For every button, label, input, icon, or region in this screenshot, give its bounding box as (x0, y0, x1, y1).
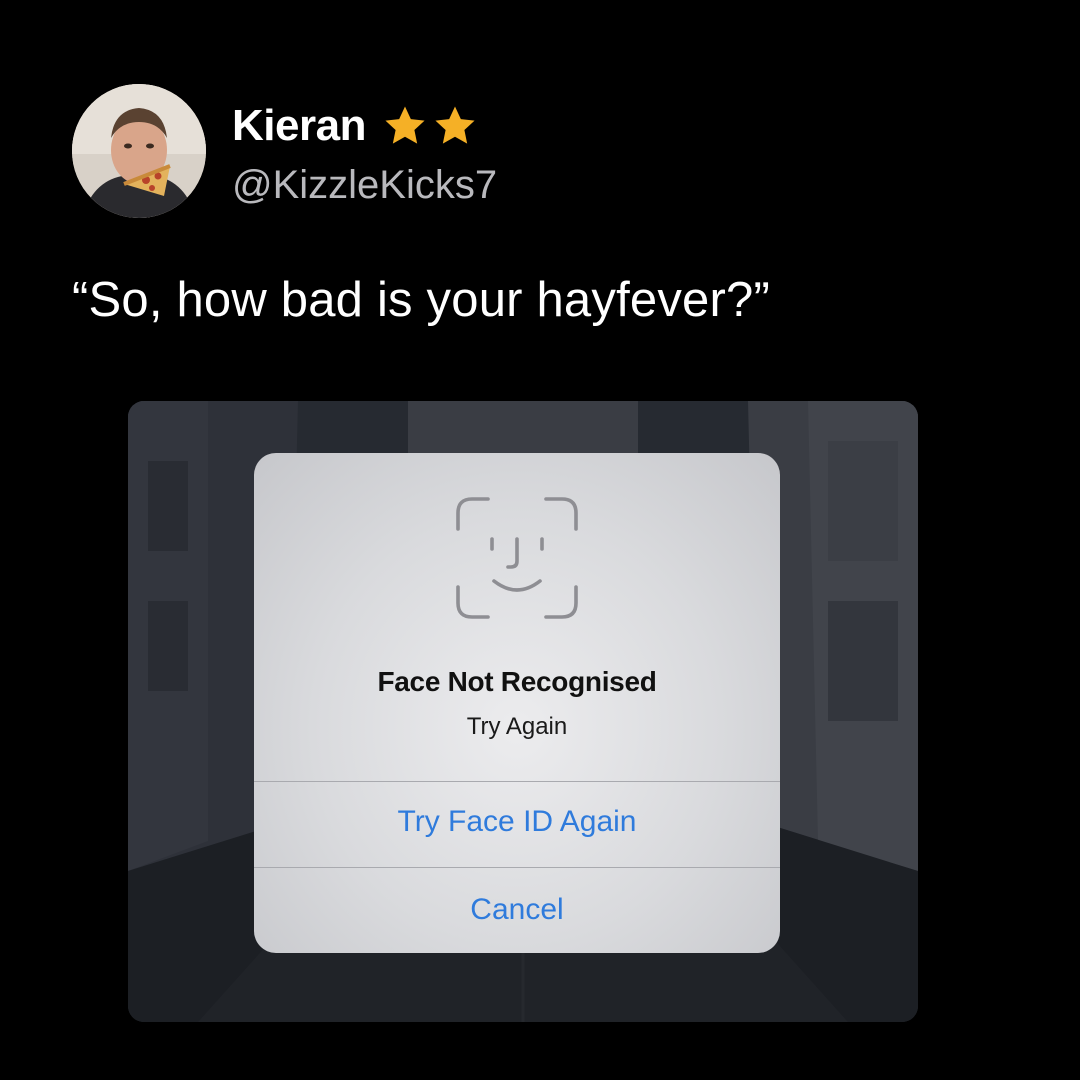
username-handle[interactable]: @KizzleKicks7 (232, 163, 497, 208)
alert-subtitle: Try Again (466, 713, 568, 740)
star-icon (385, 105, 425, 144)
divider (254, 781, 780, 782)
alert-title: Face Not Recognised (377, 666, 657, 697)
face-id-icon (456, 497, 578, 619)
avatar-photo (72, 84, 206, 218)
divider (254, 867, 780, 868)
star-icon (435, 105, 475, 144)
avatar[interactable] (72, 84, 206, 218)
post-header: Kieran @KizzleKicks7 (72, 84, 497, 218)
display-name[interactable]: Kieran (232, 101, 366, 151)
face-id-alert: Face Not Recognised Try Again Try Face I… (254, 453, 780, 953)
cancel-button[interactable]: Cancel (254, 893, 780, 927)
badge-stars (382, 103, 478, 149)
try-face-id-again-button[interactable]: Try Face ID Again (254, 805, 780, 839)
post-text: “So, how bad is your hayfever?” (72, 273, 770, 327)
